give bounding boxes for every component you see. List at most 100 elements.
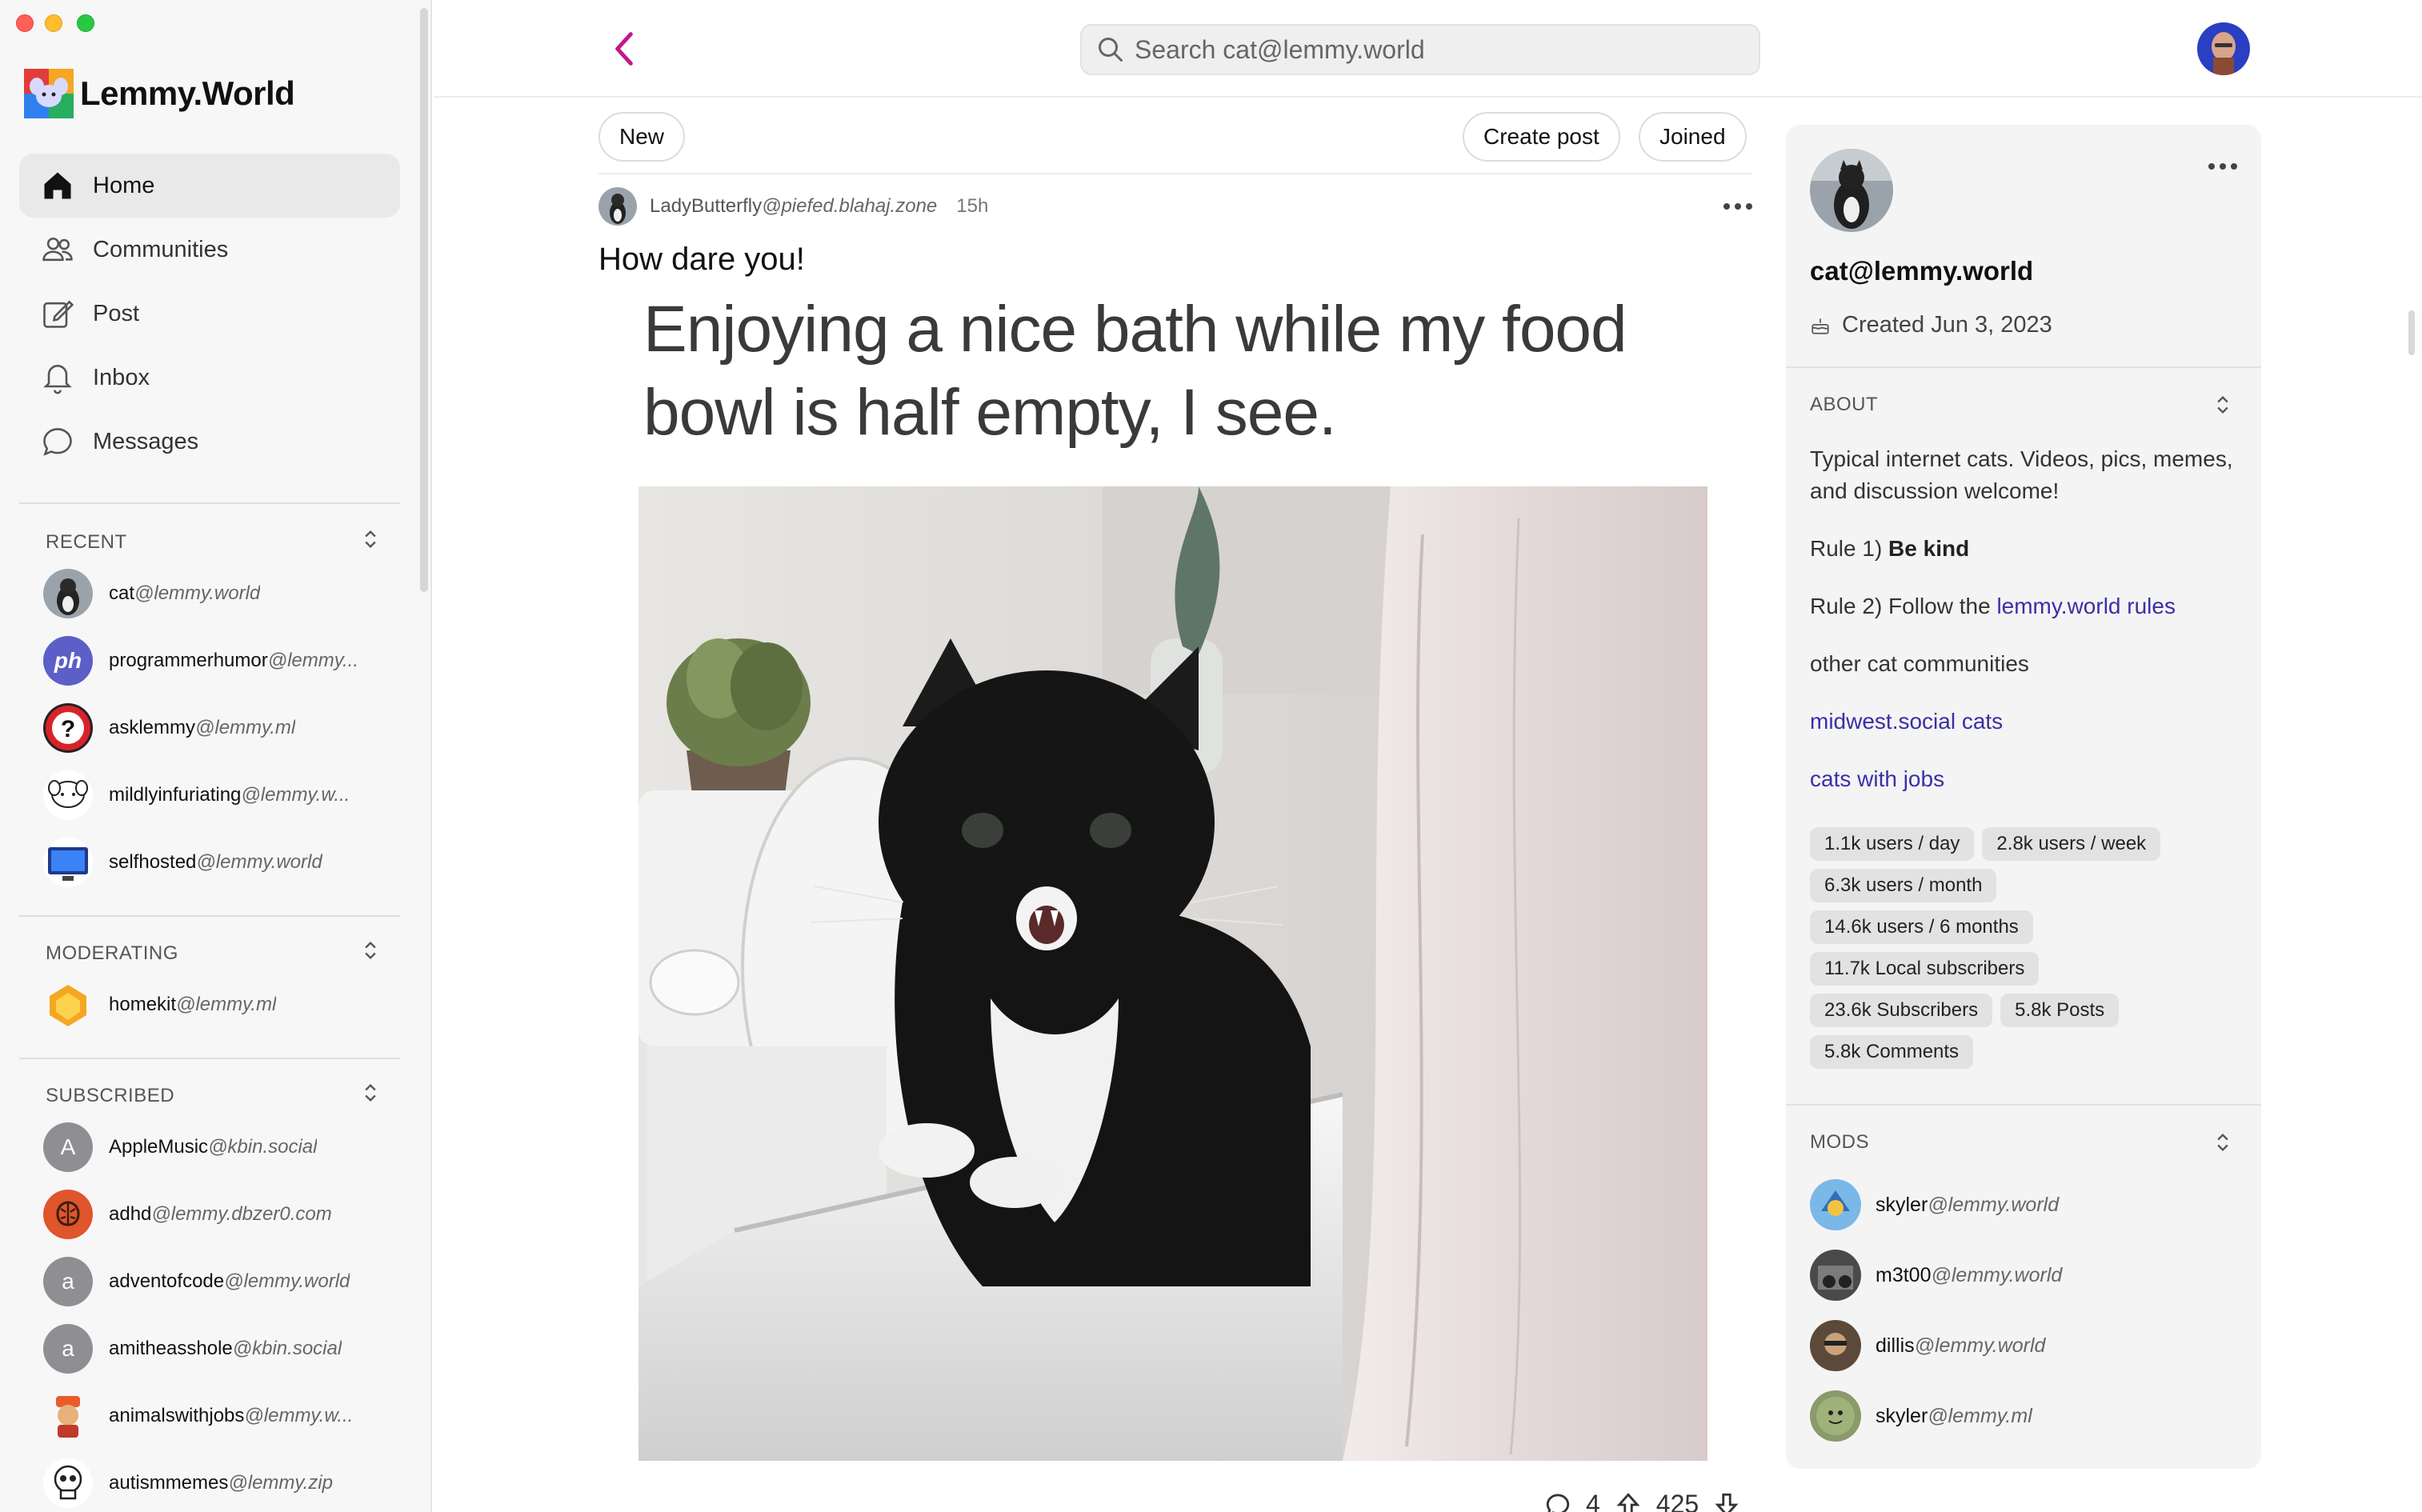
community-avatar [43,980,93,1030]
expand-collapse-icon[interactable] [359,1082,382,1110]
subscribed-section-header[interactable]: SUBSCRIBED [46,1082,382,1110]
stat-chip: 2.8k users / week [1982,827,2161,861]
mod-item[interactable]: m3t00 @lemmy.world [1810,1240,2234,1310]
lemmy-world-rules-link[interactable]: lemmy.world rules [1996,594,2176,618]
post-more-icon[interactable] [1720,197,1755,216]
window-close-button[interactable] [16,14,34,32]
rule-2-prefix: Rule 2) Follow the [1810,594,1991,618]
community-created-text: Created Jun 3, 2023 [1842,312,2052,338]
nav-post[interactable]: Post [19,282,400,346]
about-section-title: ABOUT [1810,394,1879,415]
lemmy-world-logo-icon [24,69,74,118]
sidebar-item-adventofcode[interactable]: a adventofcode@lemmy.world [43,1248,395,1315]
cake-icon [1811,318,1829,334]
sidebar-item-mildlyinfuriating[interactable]: mildlyinfuriating@lemmy.w... [43,762,395,829]
post-author-instance[interactable]: @piefed.blahaj.zone [762,195,937,218]
nav-messages-label: Messages [93,428,199,454]
search-input[interactable] [1135,34,1743,65]
main-scrollbar[interactable] [2408,310,2415,355]
rule-1-prefix: Rule 1) [1810,536,1883,561]
upvote-icon[interactable] [1615,1491,1642,1512]
mods-section-header[interactable]: MODS [1810,1131,2234,1154]
sidebar-scrollbar[interactable] [420,8,428,592]
mod-item[interactable]: skyler @lemmy.ml [1810,1381,2234,1451]
post-stats: 4 425 [1544,1490,1740,1512]
community-handle: cat@lemmy.world [1810,256,2034,286]
recent-section-header[interactable]: RECENT [46,528,382,556]
comment-count: 4 [1586,1490,1600,1512]
compose-icon [38,294,77,333]
user-avatar[interactable] [2197,22,2250,75]
mod-item[interactable]: dillis @lemmy.world [1810,1310,2234,1381]
panel-divider [1786,366,2261,368]
expand-collapse-icon[interactable] [359,528,382,556]
cats-with-jobs-link[interactable]: cats with jobs [1810,766,1944,791]
expand-collapse-icon[interactable] [2212,394,2234,416]
community-name: AppleMusic [109,1136,209,1158]
create-post-button[interactable]: Create post [1463,112,1620,162]
sidebar-item-programmerhumor[interactable]: ph programmerhumor@lemmy... [43,627,395,694]
community-name: autismmemes [109,1472,229,1494]
expand-collapse-icon[interactable] [359,939,382,967]
post-image[interactable]: Enjoying a nice bath while my food bowl … [624,288,1730,1472]
sidebar-item-amitheasshole[interactable]: a amitheasshole@kbin.social [43,1315,395,1382]
sidebar-item-adhd[interactable]: adhd@lemmy.dbzer0.com [43,1181,395,1248]
mod-item[interactable]: skyler @lemmy.world [1810,1170,2234,1240]
nav-messages[interactable]: Messages [19,410,400,474]
joined-button[interactable]: Joined [1639,112,1747,162]
community-avatar [43,569,93,618]
community-instance: @kbin.social [232,1338,342,1359]
bell-icon [38,358,77,397]
nav-post-label: Post [93,300,140,326]
sort-new-button[interactable]: New [598,112,686,162]
post-author-avatar[interactable] [598,187,637,226]
community-instance: @lemmy.world [196,851,322,873]
sidebar-item-selfhosted[interactable]: selfhosted@lemmy.world [43,829,395,896]
mod-instance: @lemmy.world [1931,1263,2063,1286]
search-bar[interactable] [1080,24,1760,75]
sidebar-item-applemusic[interactable]: A AppleMusic@kbin.social [43,1114,395,1181]
community-instance: @lemmy.ml [195,717,296,738]
community-instance: @lemmy.ml [176,994,277,1015]
other-communities-label: other cat communities [1810,651,2029,676]
community-name: animalswithjobs [109,1405,245,1426]
nav-communities[interactable]: Communities [19,218,400,282]
nav-inbox[interactable]: Inbox [19,346,400,410]
stat-chip: 14.6k users / 6 months [1810,910,2033,944]
community-instance: @lemmy.w... [241,784,350,806]
sidebar: Lemmy.World Home Communities Post Inbox [0,0,432,1512]
mod-name: dillis [1876,1334,1915,1357]
brand[interactable]: Lemmy.World [24,69,295,118]
community-avatar [43,1391,93,1441]
rule-1: Rule 1) Be kind [1810,533,2234,565]
post-author-name[interactable]: LadyButterfly [650,195,762,218]
sidebar-item-autismmemes[interactable]: autismmemes@lemmy.zip [43,1450,395,1512]
nav-home[interactable]: Home [19,154,400,218]
community-more-icon[interactable] [2205,157,2240,176]
community-name: homekit [109,994,177,1015]
comment-icon[interactable] [1544,1491,1571,1512]
community-name: asklemmy [109,717,196,738]
mod-name: skyler [1876,1404,1928,1427]
expand-collapse-icon[interactable] [2212,1131,2234,1154]
sidebar-item-animalswithjobs[interactable]: animalswithjobs@lemmy.w... [43,1382,395,1450]
recent-list: cat@lemmy.world ph programmerhumor@lemmy… [43,560,395,896]
window-minimize-button[interactable] [45,14,62,32]
about-section-header[interactable]: ABOUT [1810,394,2234,416]
mod-avatar [1810,1250,1861,1301]
stat-chip: 6.3k users / month [1810,869,1997,902]
sidebar-item-asklemmy[interactable]: ? asklemmy@lemmy.ml [43,694,395,762]
moderating-section-header[interactable]: MODERATING [46,939,382,967]
community-avatar [43,1458,93,1508]
sidebar-item-homekit[interactable]: homekit@lemmy.ml [43,971,395,1038]
post-title[interactable]: How dare you! [598,242,805,278]
sidebar-item-cat[interactable]: cat@lemmy.world [43,560,395,627]
image-caption: Enjoying a nice bath while my food bowl … [643,293,1627,449]
back-chevron-icon[interactable] [608,29,640,69]
main-nav: Home Communities Post Inbox Messages [19,154,400,474]
window-zoom-button[interactable] [77,14,94,32]
downvote-icon[interactable] [1713,1491,1740,1512]
midwest-social-cats-link[interactable]: midwest.social cats [1810,709,2003,734]
community-name: selfhosted [109,851,197,873]
community-avatar: a [43,1257,93,1306]
